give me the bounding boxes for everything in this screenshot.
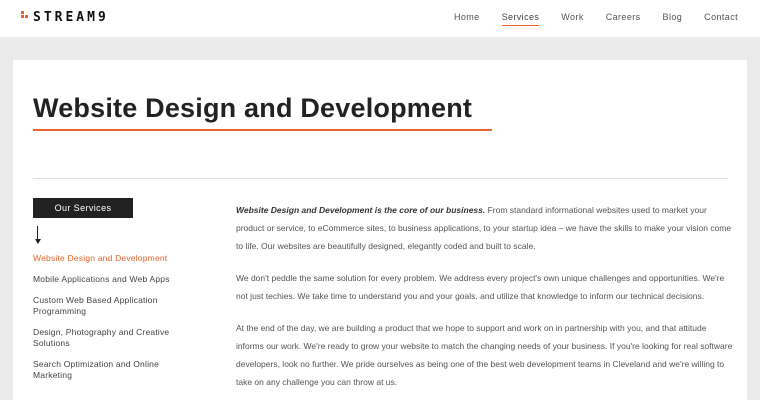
title-underline [33,129,492,131]
main-nav: Home Services Work Careers Blog Contact [432,12,738,26]
logo-icon [21,11,30,23]
service-custom-web-apps[interactable]: Custom Web Based Application Programming [33,295,173,317]
service-mobile-apps[interactable]: Mobile Applications and Web Apps [33,274,173,285]
section-divider [33,178,728,179]
description-paragraph: Website Design and Development is the co… [236,201,736,255]
service-design-photography[interactable]: Design, Photography and Creative Solutio… [33,327,173,349]
service-search-optimization[interactable]: Search Optimization and Online Marketing [33,359,173,381]
service-website-design[interactable]: Website Design and Development [33,253,173,264]
description-text: We don't peddle the same solution for ev… [236,273,725,301]
nav-work[interactable]: Work [561,12,583,26]
page-title: Website Design and Development [33,93,473,123]
arrow-down-icon [35,226,41,246]
description-paragraph: We don't peddle the same solution for ev… [236,269,736,305]
description-text: At the end of the day, we are building a… [236,323,733,387]
nav-blog[interactable]: Blog [663,12,683,26]
nav-contact[interactable]: Contact [704,12,738,26]
nav-home[interactable]: Home [454,12,480,26]
logo-text: STREAM9 [33,9,109,25]
services-list: Website Design and Development Mobile Ap… [33,253,173,391]
nav-careers[interactable]: Careers [606,12,641,26]
logo[interactable]: STREAM9 [21,9,109,25]
description-paragraph: At the end of the day, we are building a… [236,319,736,391]
site-header: STREAM9 Home Services Work Careers Blog … [0,0,760,37]
service-description: Website Design and Development is the co… [236,201,736,400]
nav-services[interactable]: Services [501,12,540,26]
our-services-heading: Our Services [33,198,133,218]
content-card: Website Design and Development Our Servi… [13,60,747,400]
description-lead: Website Design and Development is the co… [236,205,486,215]
